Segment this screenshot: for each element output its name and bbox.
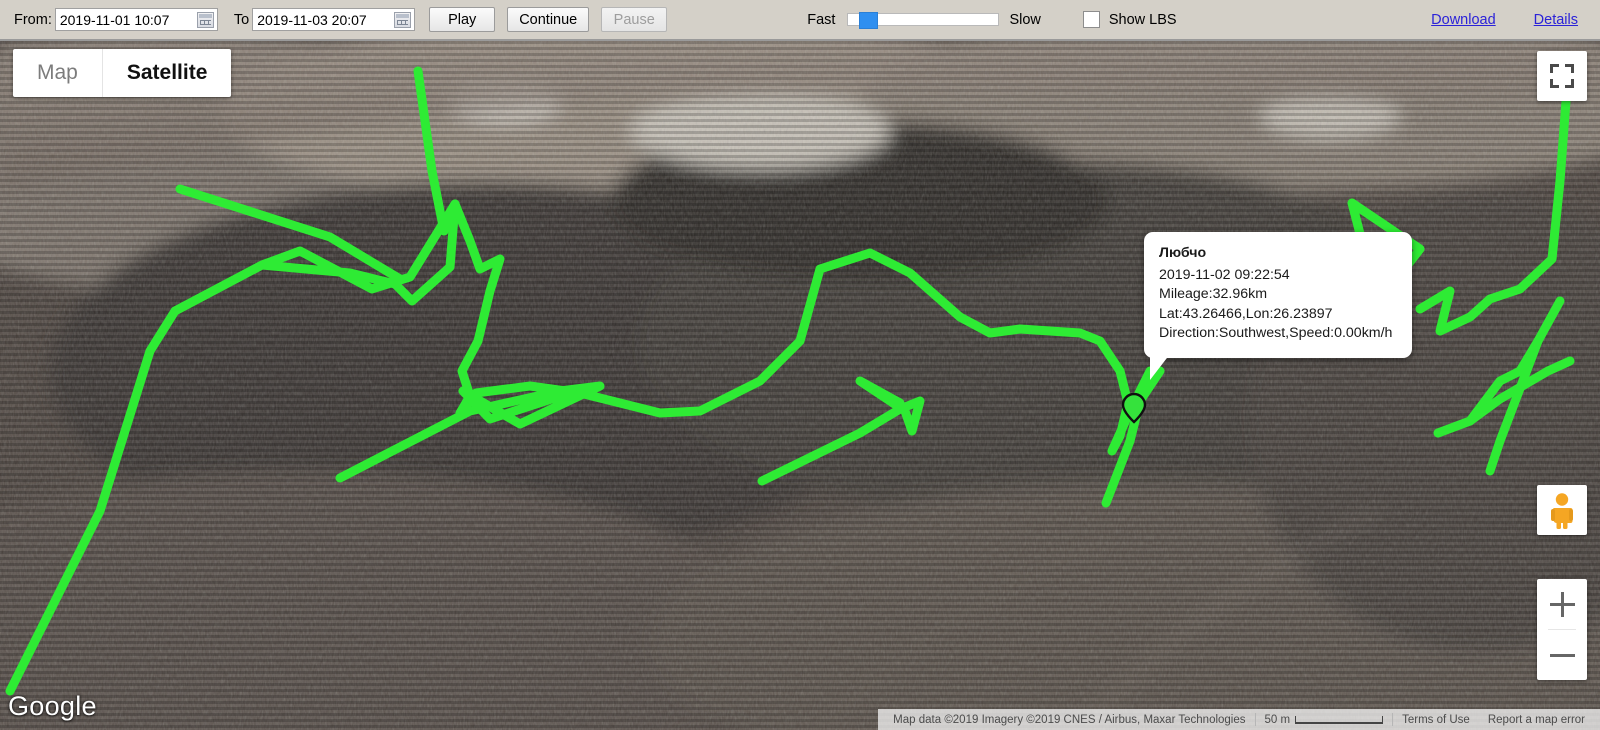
calendar-icon[interactable]: [394, 12, 412, 28]
google-logo: Google: [8, 691, 97, 721]
terms-of-use-link[interactable]: Terms of Use: [1393, 714, 1479, 726]
slow-label: Slow: [1009, 11, 1041, 28]
from-label: From:: [14, 11, 52, 28]
report-map-error-link[interactable]: Report a map error: [1479, 714, 1594, 726]
minus-icon: [1549, 653, 1575, 657]
toolbar-links: Download Details: [1393, 12, 1600, 28]
pegman-icon: [1551, 493, 1573, 529]
scale-line: [1295, 715, 1384, 724]
details-link[interactable]: Details: [1534, 12, 1578, 28]
street-view-pegman-button[interactable]: [1537, 485, 1587, 535]
gps-track-path: [5, 66, 1575, 696]
zoom-control: [1537, 579, 1587, 680]
to-label: To: [233, 11, 250, 28]
map-type-map[interactable]: Map: [13, 49, 102, 97]
zoom-out-button[interactable]: [1537, 630, 1587, 680]
map-scale-bar: 50 m: [1256, 714, 1393, 726]
toolbar: From: 2019-11-01 10:07 To 2019-11-03 20:…: [0, 0, 1600, 41]
calendar-icon[interactable]: [196, 12, 214, 28]
show-lbs-control[interactable]: Show LBS: [1082, 11, 1177, 28]
download-link[interactable]: Download: [1431, 12, 1496, 28]
show-lbs-checkbox[interactable]: [1082, 11, 1100, 28]
from-date-input[interactable]: 2019-11-01 10:07: [54, 8, 218, 31]
popup-tail: [1150, 353, 1170, 380]
tracking-info-popup: Любчо 2019-11-02 09:22:54 Mileage:32.96k…: [1144, 232, 1412, 380]
to-date-value: 2019-11-03 20:07: [257, 11, 367, 28]
map-type-satellite[interactable]: Satellite: [101, 49, 232, 97]
popup-coordinates: Lat:43.26466,Lon:26.23897: [1159, 305, 1333, 322]
zoom-in-button[interactable]: [1537, 579, 1587, 629]
speed-slider-handle[interactable]: [859, 12, 879, 29]
popup-direction-speed: Direction:Southwest,Speed:0.00km/h: [1159, 325, 1393, 341]
from-date-value: 2019-11-01 10:07: [59, 11, 170, 28]
map-canvas[interactable]: Map Satellite Google Map data ©2019 Imag…: [0, 41, 1600, 730]
to-date-input[interactable]: 2019-11-03 20:07: [252, 8, 416, 31]
popup-device-name: Любчо: [1159, 245, 1207, 261]
popup-timestamp: 2019-11-02 09:22:54: [1159, 266, 1290, 283]
map-type-control: Map Satellite: [13, 49, 232, 97]
plus-icon: [1560, 591, 1564, 617]
position-marker-icon[interactable]: [1119, 391, 1149, 425]
show-lbs-label: Show LBS: [1108, 11, 1177, 28]
pause-button[interactable]: Pause: [601, 7, 668, 32]
continue-button[interactable]: Continue: [507, 7, 590, 32]
scale-label: 50 m: [1264, 713, 1291, 726]
speed-slider[interactable]: [847, 12, 1000, 29]
play-button[interactable]: Play: [429, 7, 496, 32]
fullscreen-button[interactable]: [1537, 51, 1587, 101]
tracking-map-app: From: 2019-11-01 10:07 To 2019-11-03 20:…: [0, 0, 1600, 730]
map-attribution-bar: Map data ©2019 Imagery ©2019 CNES / Airb…: [878, 709, 1600, 730]
map-data-attribution: Map data ©2019 Imagery ©2019 CNES / Airb…: [893, 713, 1246, 726]
fullscreen-icon: [1550, 64, 1574, 88]
fast-label: Fast: [807, 11, 836, 28]
popup-mileage: Mileage:32.96km: [1159, 286, 1268, 302]
